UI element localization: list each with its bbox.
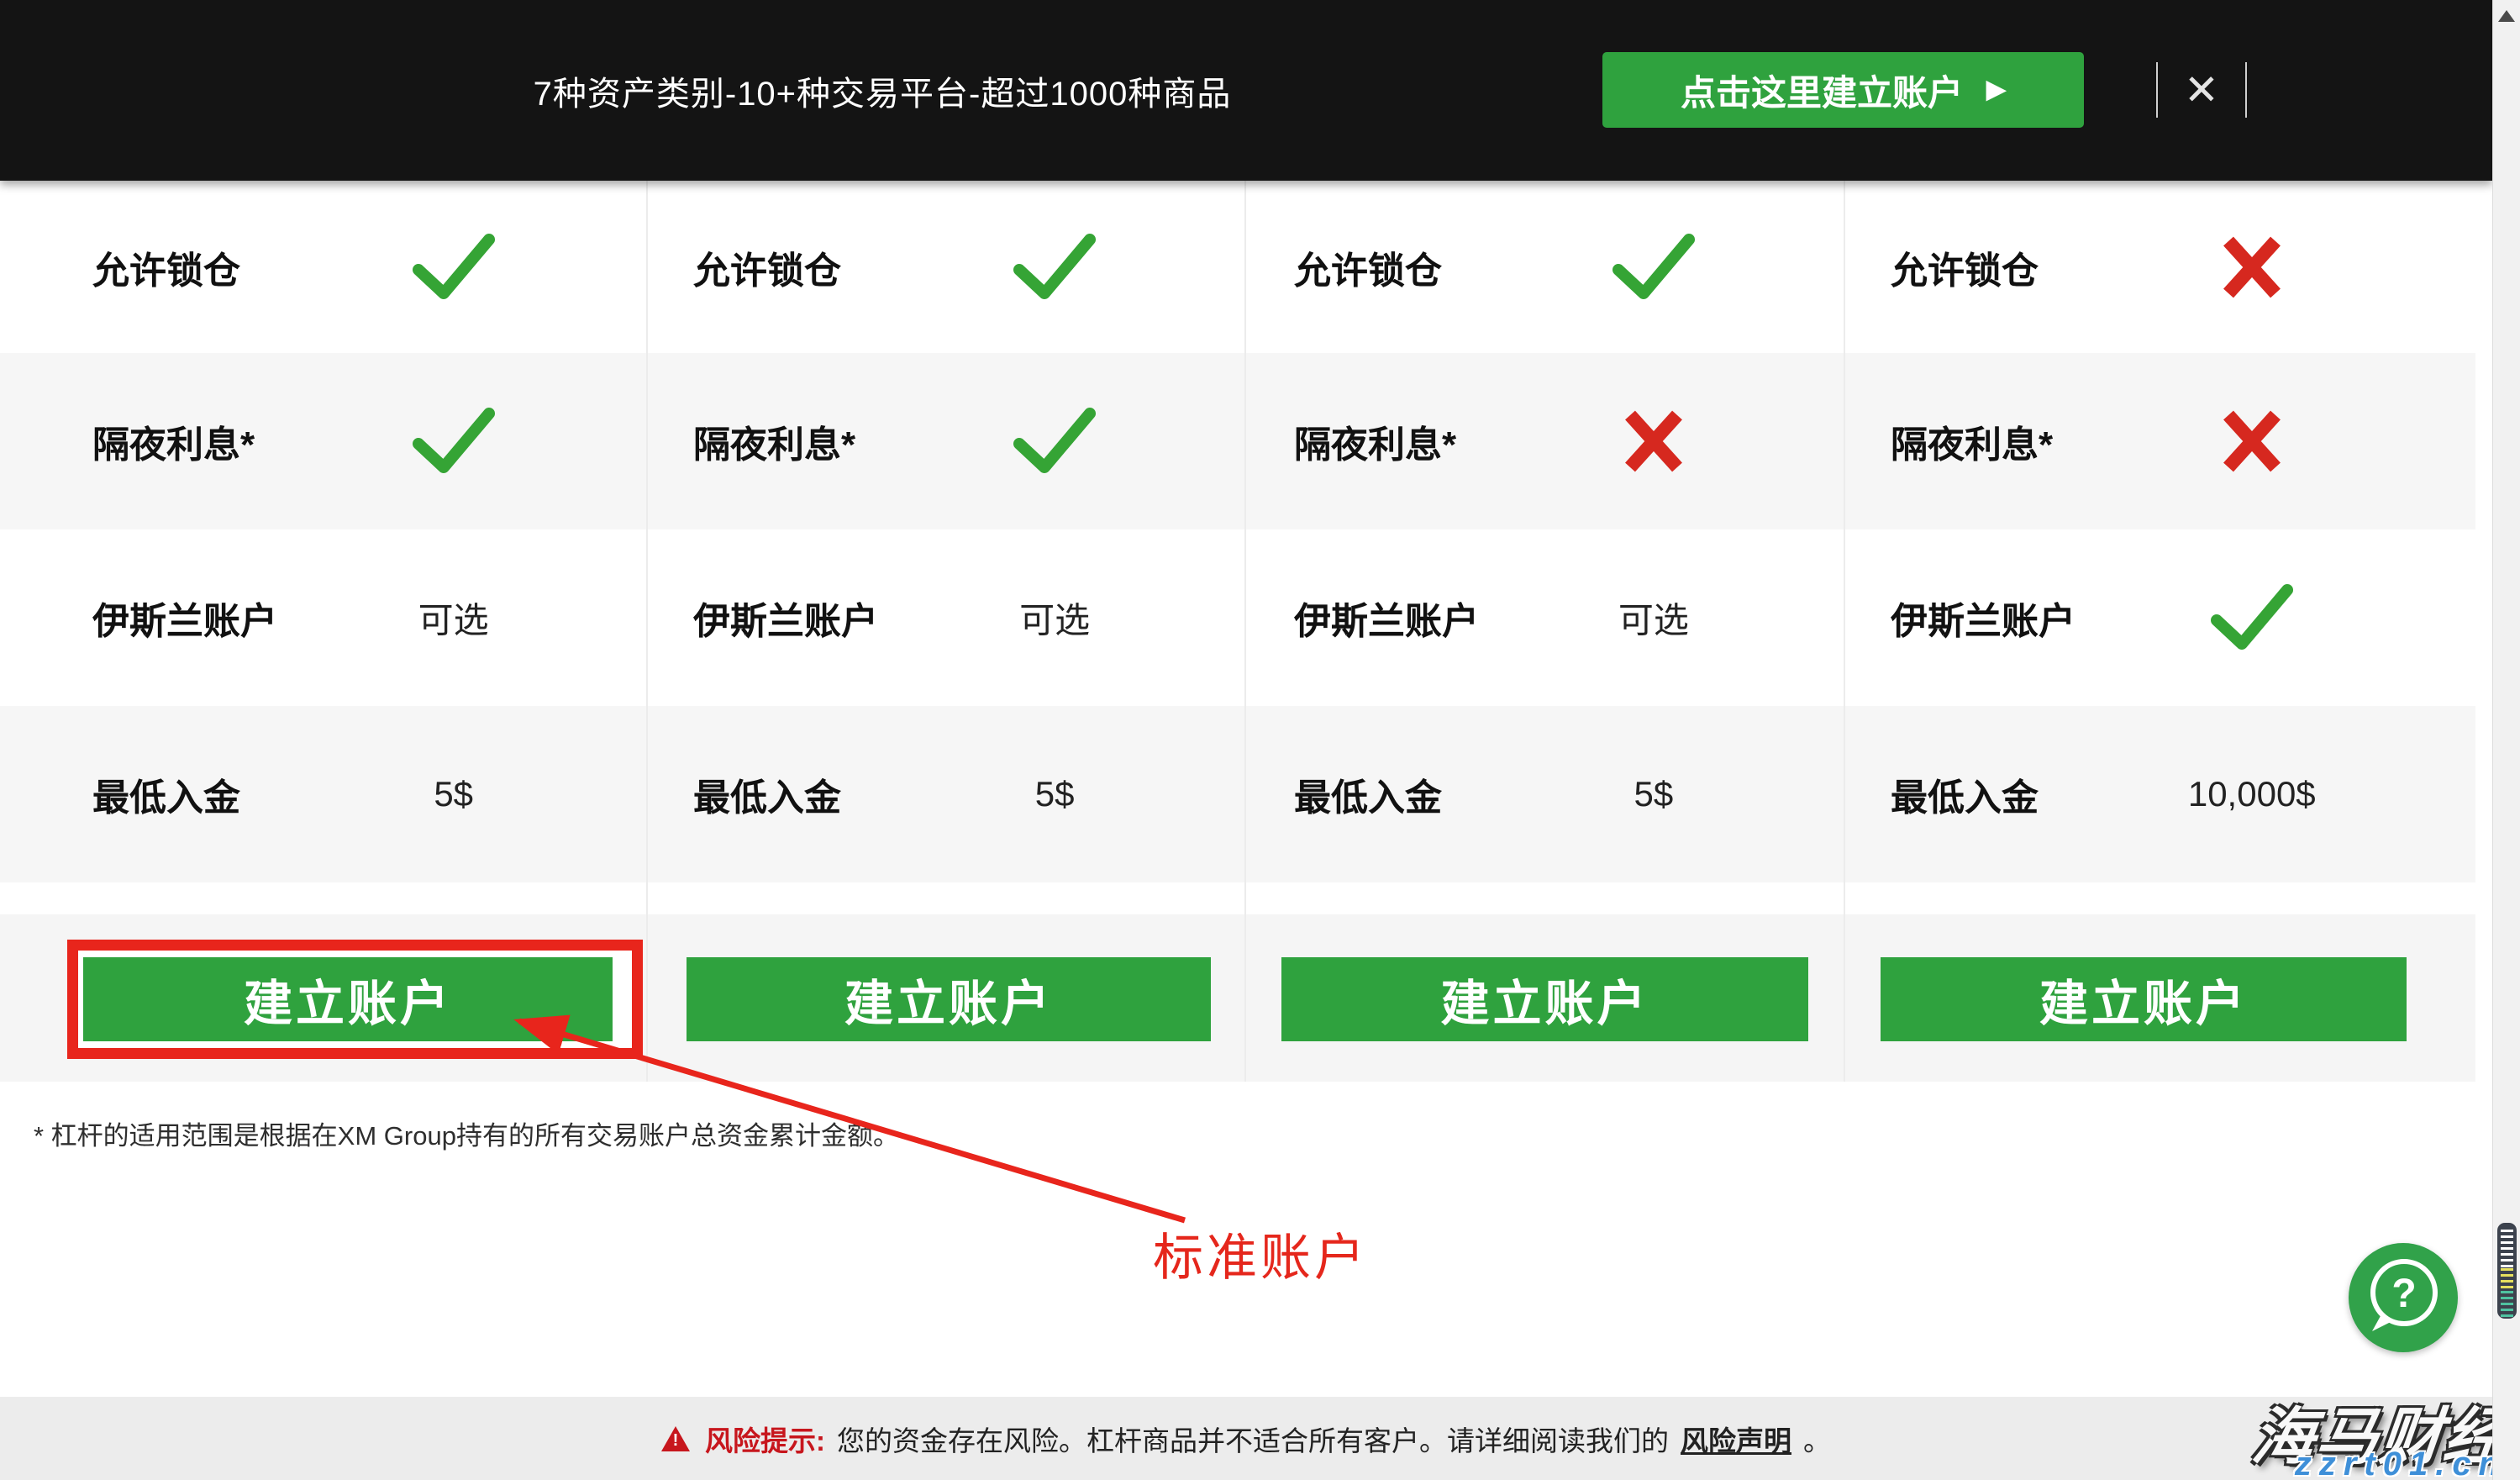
cell-value: 可选 bbox=[418, 593, 489, 644]
table-row: 最低入金 5$ bbox=[648, 706, 1246, 882]
table-row: 隔夜利息* bbox=[1845, 353, 2475, 529]
table-row: 允许锁仓 bbox=[0, 181, 648, 353]
exclamation-glyph: ! bbox=[671, 1432, 680, 1449]
check-icon bbox=[1013, 407, 1097, 476]
row-label: 隔夜利息* bbox=[92, 414, 255, 468]
table-row: 伊斯兰账户 bbox=[1845, 529, 2475, 706]
table-row: 隔夜利息* bbox=[648, 353, 1246, 529]
risk-statement-link[interactable]: 风险声明 bbox=[1681, 1419, 1791, 1459]
row-label: 隔夜利息* bbox=[1891, 414, 2053, 468]
cell-value: 5$ bbox=[1035, 774, 1075, 814]
check-icon bbox=[1612, 233, 1696, 302]
svg-text:?: ? bbox=[2391, 1272, 2416, 1316]
create-account-button[interactable]: 建立账户 bbox=[687, 957, 1211, 1041]
table-row: 最低入金 5$ bbox=[0, 706, 648, 882]
check-icon bbox=[412, 407, 496, 476]
table-row: 建立账户 bbox=[648, 914, 1246, 1082]
row-spacer bbox=[1246, 882, 1845, 914]
cross-icon bbox=[1620, 408, 1687, 475]
table-row: 伊斯兰账户 可选 bbox=[648, 529, 1246, 706]
cta-label: 点击这里建立账户 bbox=[1681, 65, 1963, 116]
row-label: 伊斯兰账户 bbox=[1891, 591, 2075, 645]
help-chat-button[interactable]: ? bbox=[2349, 1243, 2458, 1352]
row-label: 伊斯兰账户 bbox=[92, 591, 277, 645]
row-label: 允许锁仓 bbox=[1891, 240, 2039, 294]
table-row: 最低入金 5$ bbox=[1246, 706, 1845, 882]
close-banner-button[interactable]: ✕ bbox=[2148, 59, 2255, 121]
divider-line bbox=[2156, 62, 2158, 118]
scroll-markers-white bbox=[2501, 1230, 2513, 1268]
row-label: 隔夜利息* bbox=[693, 414, 855, 468]
account-column-3: 允许锁仓 隔夜利息* 伊斯兰账户 可选 最低入金 5$ 建立账户 bbox=[1246, 181, 1845, 1082]
row-label: 最低入金 bbox=[92, 767, 240, 821]
scroll-markers-teal bbox=[2501, 1291, 2513, 1319]
table-row: 伊斯兰账户 可选 bbox=[1246, 529, 1845, 706]
divider-line bbox=[2245, 62, 2247, 118]
table-row: 建立账户 bbox=[1845, 914, 2475, 1082]
annotation-label: 标准账户 bbox=[1153, 1217, 1368, 1290]
warning-triangle-icon: ! bbox=[661, 1426, 690, 1451]
account-column-4: 允许锁仓 隔夜利息* 伊斯兰账户 最低入金 10,000$ 建立账户 bbox=[1845, 181, 2475, 1082]
row-spacer bbox=[0, 882, 648, 914]
cell-value: 5$ bbox=[434, 774, 473, 814]
check-icon bbox=[412, 233, 496, 302]
row-label: 隔夜利息* bbox=[1294, 414, 1456, 468]
check-icon bbox=[1013, 233, 1097, 302]
cross-icon bbox=[2218, 234, 2286, 301]
risk-prefix: 风险提示: bbox=[705, 1419, 825, 1459]
risk-warning-bar: ! 风险提示: 您的资金存在风险。杠杆商品并不适合所有客户。请详细阅读我们的风险… bbox=[0, 1397, 2492, 1480]
cell-value: 10,000$ bbox=[2188, 774, 2316, 814]
cell-value: 可选 bbox=[1618, 593, 1689, 644]
row-label: 最低入金 bbox=[1294, 767, 1442, 821]
table-row: 允许锁仓 bbox=[1246, 181, 1845, 353]
check-icon bbox=[2210, 583, 2294, 652]
row-spacer bbox=[648, 882, 1246, 914]
account-column-1: 允许锁仓 隔夜利息* 伊斯兰账户 可选 最低入金 5$ 建立账户 bbox=[0, 181, 648, 1082]
question-bubble-icon: ? bbox=[2349, 1243, 2458, 1352]
cell-value: 可选 bbox=[1019, 593, 1090, 644]
promo-banner-title: 7种资产类别-10+种交易平台-超过1000种商品 bbox=[0, 0, 1765, 181]
table-row: 建立账户 bbox=[1246, 914, 1845, 1082]
open-account-cta-button[interactable]: 点击这里建立账户 ▶ bbox=[1602, 52, 2084, 128]
row-spacer bbox=[1845, 882, 2475, 914]
row-label: 伊斯兰账户 bbox=[693, 591, 878, 645]
scrollbar-track[interactable] bbox=[2492, 0, 2520, 1480]
row-label: 伊斯兰账户 bbox=[1294, 591, 1479, 645]
leverage-footnote: * 杠杆的适用范围是根据在XM Group持有的所有交易账户总资金累计金额。 bbox=[34, 1114, 899, 1152]
table-row: 隔夜利息* bbox=[0, 353, 648, 529]
row-label: 允许锁仓 bbox=[1294, 240, 1442, 294]
row-label: 最低入金 bbox=[693, 767, 841, 821]
scroll-up-arrow-icon[interactable] bbox=[2498, 10, 2515, 22]
table-row: 允许锁仓 bbox=[648, 181, 1246, 353]
create-account-button-standard[interactable]: 建立账户 bbox=[83, 957, 613, 1041]
promo-banner: 7种资产类别-10+种交易平台-超过1000种商品 点击这里建立账户 ▶ ✕ bbox=[0, 0, 2492, 181]
account-column-2: 允许锁仓 隔夜利息* 伊斯兰账户 可选 最低入金 5$ 建立账户 bbox=[648, 181, 1246, 1082]
table-row: 建立账户 bbox=[0, 914, 648, 1082]
cross-icon bbox=[2218, 408, 2286, 475]
risk-period: 。 bbox=[1803, 1419, 1831, 1459]
play-arrow-icon: ▶ bbox=[1986, 77, 2006, 103]
scroll-markers-yellow bbox=[2501, 1268, 2513, 1291]
cell-value: 5$ bbox=[1634, 774, 1673, 814]
row-label: 允许锁仓 bbox=[693, 240, 841, 294]
create-account-button[interactable]: 建立账户 bbox=[1881, 957, 2407, 1041]
table-row: 最低入金 10,000$ bbox=[1845, 706, 2475, 882]
page: 7种资产类别-10+种交易平台-超过1000种商品 点击这里建立账户 ▶ ✕ 允… bbox=[0, 0, 2520, 1480]
table-row: 允许锁仓 bbox=[1845, 181, 2475, 353]
watermark-domain: zzrt01.cn bbox=[2295, 1446, 2507, 1480]
risk-body: 您的资金存在风险。杠杆商品并不适合所有客户。请详细阅读我们的 bbox=[837, 1419, 1669, 1459]
scrollbar-thumb[interactable] bbox=[2497, 1223, 2517, 1319]
close-icon: ✕ bbox=[2184, 69, 2219, 111]
table-row: 隔夜利息* bbox=[1246, 353, 1845, 529]
table-row: 伊斯兰账户 可选 bbox=[0, 529, 648, 706]
row-label: 允许锁仓 bbox=[92, 240, 240, 294]
row-label: 最低入金 bbox=[1891, 767, 2039, 821]
create-account-button[interactable]: 建立账户 bbox=[1281, 957, 1808, 1041]
